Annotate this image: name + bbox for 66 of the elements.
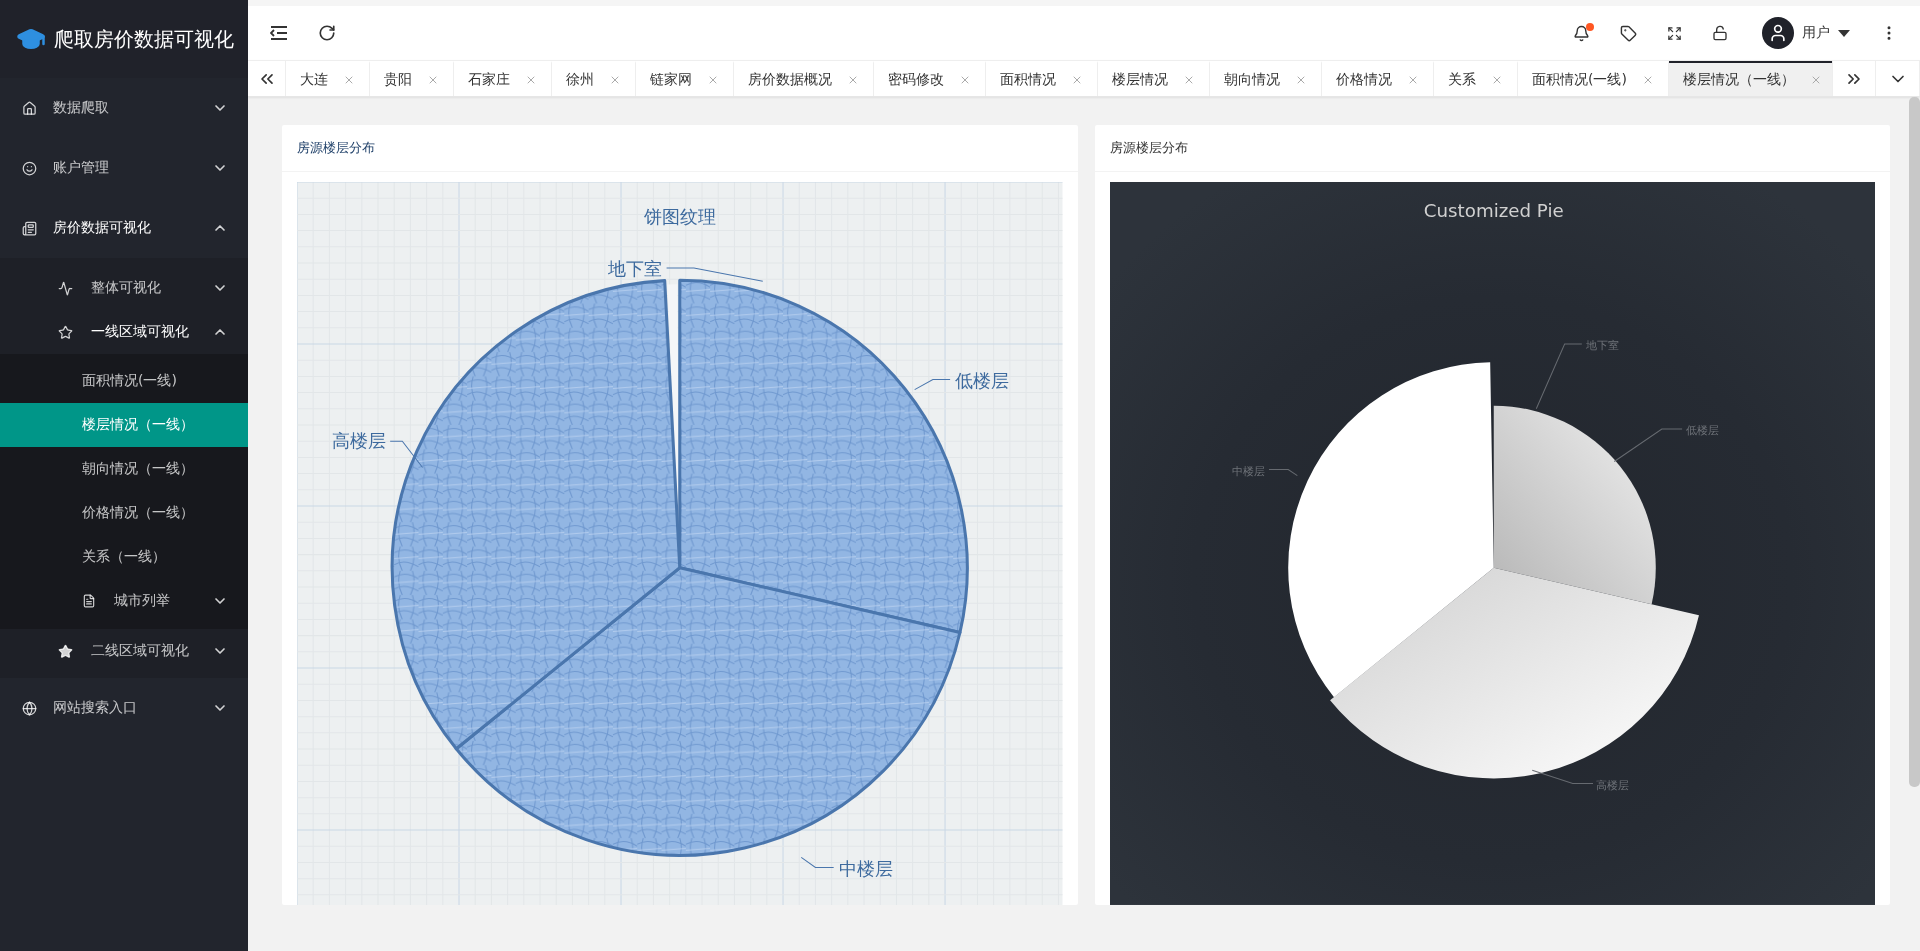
page-tab[interactable]: 价格情况 (1322, 61, 1434, 97)
menu-group[interactable]: 数据爬取 (0, 78, 248, 138)
app-title: 爬取房价数据可视化 (54, 25, 234, 53)
globe-icon (22, 700, 37, 716)
slice-label: 高楼层 (1595, 778, 1629, 792)
slice-label: 低楼层 (955, 369, 1010, 391)
tag-icon[interactable] (1620, 24, 1637, 42)
menu-item[interactable]: 楼层情况（一线） (0, 403, 248, 447)
refresh-icon[interactable] (318, 24, 336, 43)
scrollbar[interactable] (1909, 97, 1920, 788)
newspaper-icon (22, 220, 37, 236)
pulse-icon (58, 280, 73, 296)
leader-line (389, 440, 424, 469)
page-tab[interactable]: 大连 (286, 61, 370, 97)
menu-group[interactable]: 二线区域可视化 (0, 629, 248, 673)
menu-group[interactable]: 城市列举 (0, 579, 248, 623)
collapse-menu-icon[interactable] (270, 25, 288, 42)
smiley-icon (22, 160, 37, 176)
star-icon (58, 643, 73, 659)
scroll-left-button[interactable] (248, 61, 286, 97)
leader-line (800, 856, 835, 869)
menu-group[interactable]: 整体可视化 (0, 266, 248, 310)
menu-group[interactable]: 账户管理 (0, 138, 248, 198)
chart-title: Customized Pie (1423, 200, 1564, 222)
card-title: 房源楼层分布 (282, 125, 1078, 173)
card-title: 房源楼层分布 (1094, 125, 1890, 173)
slice-label: 地下室 (1585, 339, 1619, 353)
leader-line (914, 378, 951, 391)
menu-item[interactable]: 面积情况(一线) (0, 359, 248, 403)
page-tab[interactable]: 楼层情况（一线） (1668, 61, 1832, 97)
leader-line (1531, 769, 1593, 784)
user-name[interactable]: 用户 (1802, 24, 1830, 43)
avatar-icon[interactable] (1762, 17, 1794, 50)
page-tab[interactable]: 徐州 (552, 61, 636, 97)
menu-item[interactable]: 价格情况（一线） (0, 491, 248, 535)
menu-group[interactable]: 房价数据可视化 (0, 198, 248, 258)
page-tab[interactable]: 面积情况 (986, 61, 1098, 97)
menu-item[interactable]: 朝向情况（一线） (0, 447, 248, 491)
fullscreen-icon[interactable] (1667, 25, 1682, 41)
caret-icon[interactable] (1838, 29, 1850, 37)
scroll-right-button[interactable] (1832, 61, 1876, 97)
leader-line (1613, 428, 1683, 462)
leader-line (1267, 469, 1298, 477)
page-tab[interactable]: 楼层情况 (1098, 61, 1210, 97)
menu-group[interactable]: 一线区域可视化 (0, 310, 248, 354)
page-tab[interactable]: 密码修改 (874, 61, 986, 97)
slice-label: 中楼层 (838, 857, 893, 879)
slice-label: 地下室 (607, 258, 662, 280)
document-icon (82, 594, 96, 608)
slice-label: 低楼层 (1685, 424, 1719, 438)
page-tab[interactable]: 房价数据概况 (734, 61, 874, 97)
page-tab[interactable]: 链家网 (636, 61, 734, 97)
slice-label: 高楼层 (332, 430, 387, 452)
home-icon (22, 100, 37, 116)
star-icon (58, 324, 73, 340)
page-tab[interactable]: 面积情况(一线) (1518, 61, 1669, 97)
page-tab[interactable]: 贵阳 (370, 61, 454, 97)
page-tab[interactable]: 石家庄 (454, 61, 552, 97)
unlock-icon[interactable] (1712, 25, 1728, 42)
page-tab[interactable]: 关系 (1434, 61, 1518, 97)
menu-item[interactable]: 关系（一线） (0, 535, 248, 579)
chart-title: 饼图纹理 (643, 206, 716, 228)
leader-line (1535, 343, 1582, 410)
slice-label: 中楼层 (1231, 464, 1265, 478)
page-tab[interactable]: 朝向情况 (1210, 61, 1322, 97)
menu-group[interactable]: 网站搜索入口 (0, 678, 248, 738)
